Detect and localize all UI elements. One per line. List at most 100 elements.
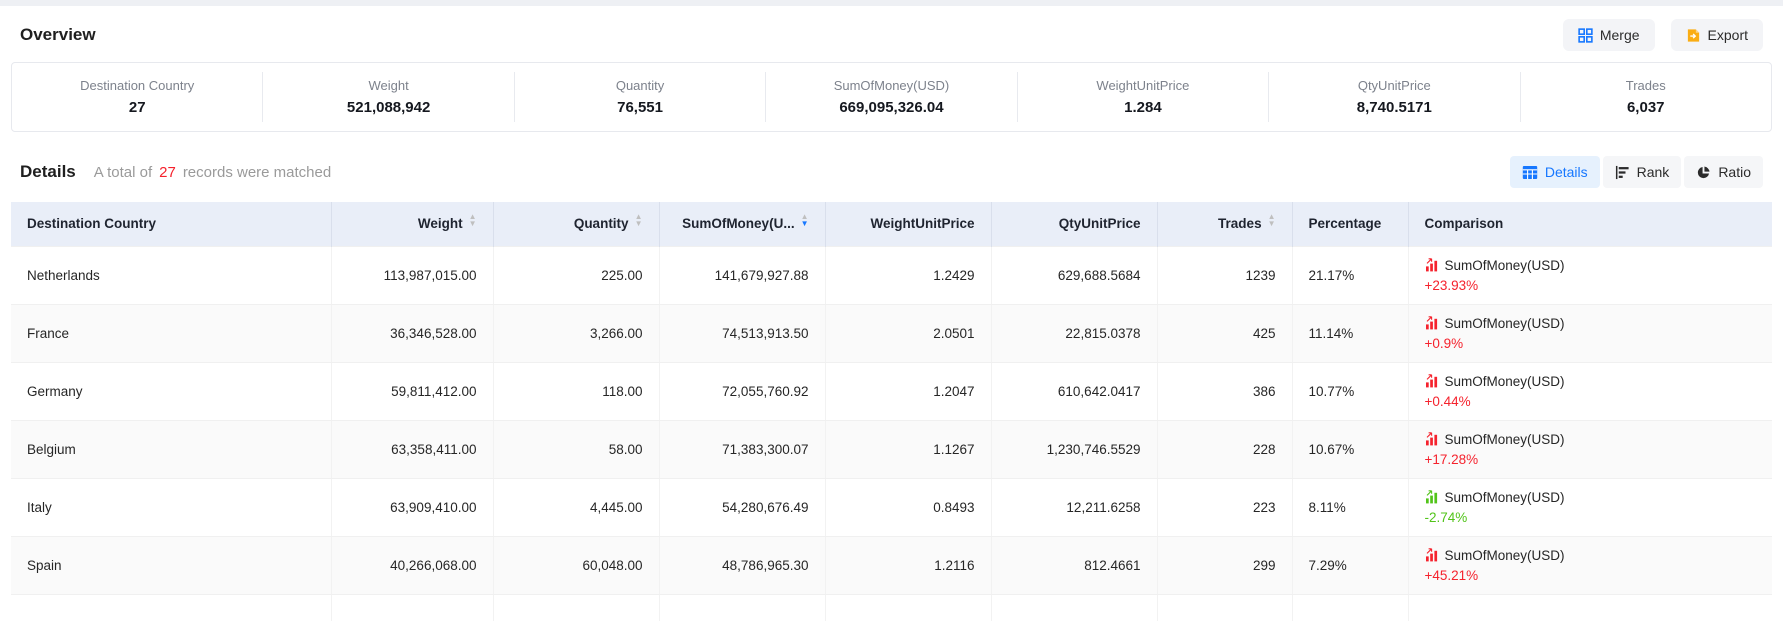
column-header-label: Trades: [1218, 216, 1262, 231]
column-header-quantity[interactable]: Quantity▲▼: [493, 202, 659, 246]
stat-cell-sumofmoney-usd-: SumOfMoney(USD)669,095,326.04: [765, 72, 1016, 122]
cell-country: [11, 594, 331, 621]
view-tab-label: Details: [1545, 164, 1588, 180]
view-tab-rank[interactable]: Rank: [1603, 156, 1682, 188]
column-header-trades[interactable]: Trades ▲▼: [1157, 202, 1292, 246]
stat-cell-quantity: Quantity76,551: [514, 72, 765, 122]
comparison-metric-label: SumOfMoney(USD): [1445, 432, 1565, 447]
column-header-label: Comparison: [1425, 216, 1504, 231]
cell-country: Belgium: [11, 420, 331, 478]
cell-sum_of_money: 74,513,913.50: [659, 304, 825, 362]
comparison-metric-label: SumOfMoney(USD): [1445, 548, 1565, 563]
trend-bars-icon: [1425, 258, 1439, 272]
cell-weight: 63,909,410.00: [331, 478, 493, 536]
stat-value: 76,551: [515, 99, 765, 116]
table-row: France36,346,528.003,266.0074,513,913.50…: [11, 304, 1772, 362]
table-row: Spain40,266,068.0060,048.0048,786,965.30…: [11, 536, 1772, 594]
column-header-percentage: Percentage: [1292, 202, 1408, 246]
cell-quantity: 3,266.00: [493, 304, 659, 362]
column-header-inner: SumOfMoney(U...▲▼: [682, 216, 808, 231]
cell-sum_of_money: 48,786,965.30: [659, 536, 825, 594]
comparison-metric-label: SumOfMoney(USD): [1445, 490, 1565, 505]
sort-carets[interactable]: ▲▼: [1268, 217, 1276, 231]
comparison-indicator: SumOfMoney(USD): [1425, 316, 1757, 331]
column-header-inner: WeightUnitPrice: [870, 216, 974, 231]
stat-label: SumOfMoney(USD): [766, 78, 1016, 93]
stat-value: 27: [12, 99, 262, 116]
sort-carets[interactable]: ▲▼: [801, 217, 809, 231]
cell-percentage: 10.67%: [1292, 420, 1408, 478]
cell-comparison: SumOfMoney(USD) +17.28%: [1408, 420, 1772, 478]
sort-carets[interactable]: ▲▼: [635, 217, 643, 231]
column-header-inner: Comparison: [1425, 216, 1504, 231]
comparison-change-value: +17.28%: [1425, 452, 1757, 467]
view-tab-label: Ratio: [1718, 164, 1751, 180]
stat-value: 521,088,942: [263, 99, 513, 116]
column-header-country: Destination Country: [11, 202, 331, 246]
column-header-weight[interactable]: Weight ▲▼: [331, 202, 493, 246]
cell-comparison: [1408, 594, 1772, 621]
cell-percentage: [1292, 594, 1408, 621]
cell-trades: [1157, 594, 1292, 621]
cell-comparison: SumOfMoney(USD)-2.74%: [1408, 478, 1772, 536]
comparison-change-value: +0.9%: [1425, 336, 1757, 351]
cell-comparison: SumOfMoney(USD)+0.44%: [1408, 362, 1772, 420]
column-header-comparison: Comparison: [1408, 202, 1772, 246]
column-header-inner: Percentage: [1309, 216, 1382, 231]
cell-percentage: 7.29%: [1292, 536, 1408, 594]
stat-label: Trades: [1521, 78, 1771, 93]
comparison-indicator: SumOfMoney(USD): [1425, 490, 1757, 505]
cell-comparison: SumOfMoney(USD) +45.21%: [1408, 536, 1772, 594]
stat-cell-trades: Trades6,037: [1520, 72, 1771, 122]
table-grid-icon: [1522, 165, 1538, 180]
header-row: Overview Merge: [11, 6, 1772, 52]
view-tab-details[interactable]: Details: [1510, 156, 1600, 188]
cell-weight_unit_price: 1.2116: [825, 536, 991, 594]
cell-weight_unit_price: 0.8493: [825, 478, 991, 536]
donut-chart-icon: [1696, 165, 1711, 180]
column-header-label: Percentage: [1309, 216, 1382, 231]
trend-bars-icon: [1425, 490, 1439, 504]
cell-weight_unit_price: [825, 594, 991, 621]
stat-label: WeightUnitPrice: [1018, 78, 1268, 93]
table-row: Belgium63,358,411.0058.0071,383,300.071.…: [11, 420, 1772, 478]
column-header-sum_of_money[interactable]: SumOfMoney(U...▲▼: [659, 202, 825, 246]
sort-caret-down-icon: ▼: [469, 224, 477, 231]
comparison-indicator: SumOfMoney(USD): [1425, 432, 1757, 447]
export-button[interactable]: Export: [1671, 19, 1763, 51]
trend-bars-icon: [1425, 432, 1439, 446]
header-actions: Merge Export: [1563, 19, 1763, 51]
cell-weight_unit_price: 2.0501: [825, 304, 991, 362]
column-header-weight_unit_price: WeightUnitPrice: [825, 202, 991, 246]
details-row: Details A total of27records were matched…: [11, 154, 1772, 190]
cell-country: Spain: [11, 536, 331, 594]
stat-value: 8,740.5171: [1269, 99, 1519, 116]
comparison-change-value: +45.21%: [1425, 568, 1757, 583]
view-tab-ratio[interactable]: Ratio: [1684, 156, 1763, 188]
comparison-metric-label: SumOfMoney(USD): [1445, 316, 1565, 331]
cell-weight: [331, 594, 493, 621]
page: Overview Merge: [0, 6, 1783, 621]
sort-carets[interactable]: ▲▼: [469, 217, 477, 231]
column-header-label: Weight: [418, 216, 463, 231]
cell-weight: 63,358,411.00: [331, 420, 493, 478]
cell-sum_of_money: 72,055,760.92: [659, 362, 825, 420]
cell-comparison: SumOfMoney(USD) +0.9%: [1408, 304, 1772, 362]
column-header-inner: Quantity▲▼: [574, 216, 643, 231]
cell-quantity: 118.00: [493, 362, 659, 420]
cell-country: Germany: [11, 362, 331, 420]
column-header-label: QtyUnitPrice: [1059, 216, 1141, 231]
comparison-change-value: +23.93%: [1425, 278, 1757, 293]
cell-qty_unit_price: 22,815.0378: [991, 304, 1157, 362]
cell-quantity: 60,048.00: [493, 536, 659, 594]
merge-button[interactable]: Merge: [1563, 19, 1655, 51]
comparison-change-value: +0.44%: [1425, 394, 1757, 409]
cell-percentage: 8.11%: [1292, 478, 1408, 536]
table-row: Netherlands113,987,015.00225.00141,679,9…: [11, 246, 1772, 304]
details-table: Destination CountryWeight▲▼Quantity▲▼Sum…: [11, 202, 1772, 621]
cell-percentage: 11.14%: [1292, 304, 1408, 362]
match-suffix: records were matched: [183, 164, 331, 181]
cell-country: Netherlands: [11, 246, 331, 304]
stat-cell-weight: Weight521,088,942: [262, 72, 513, 122]
trend-bars-icon: [1425, 374, 1439, 388]
